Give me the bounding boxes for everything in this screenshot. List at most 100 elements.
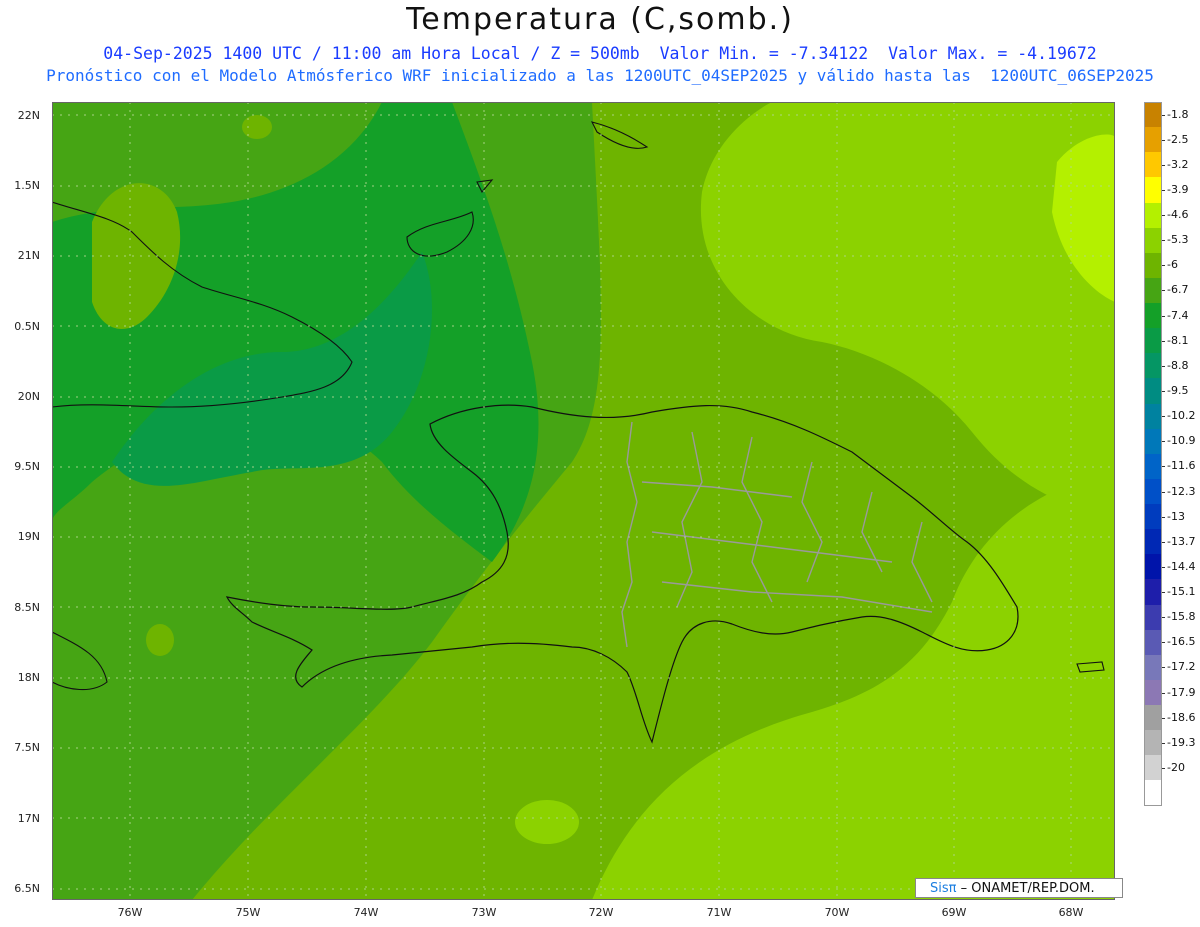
legend-swatch (1144, 403, 1162, 429)
legend-label: -2.5 (1167, 132, 1189, 146)
legend-label: -17.9 (1167, 685, 1196, 699)
legend-swatch (1144, 554, 1162, 580)
legend-label: -16.5 (1167, 635, 1196, 649)
legend-label: -13.7 (1167, 534, 1196, 548)
legend-swatch (1144, 227, 1162, 253)
legend-swatch (1144, 730, 1162, 756)
legend-label: -15.8 (1167, 610, 1196, 624)
legend-tick (1162, 189, 1165, 191)
legend-tick (1162, 617, 1165, 619)
legend-tick (1162, 390, 1165, 392)
legend-tick (1162, 516, 1165, 518)
legend-tick (1162, 642, 1165, 644)
legend-swatch (1144, 629, 1162, 655)
lat-label: 22N (17, 109, 40, 122)
legend-label: -6 (1167, 258, 1178, 272)
contour-blob-north (242, 115, 272, 139)
legend-swatch (1144, 378, 1162, 404)
legend-label: -12.3 (1167, 484, 1196, 498)
legend-label: -10.9 (1167, 434, 1196, 448)
chart-title: Temperatura (C,somb.) (406, 2, 794, 37)
legend-tick (1162, 767, 1165, 769)
lon-label: 68W (1058, 906, 1084, 919)
legend-swatch (1144, 277, 1162, 303)
lat-label: 18N (17, 671, 40, 684)
legend-label: -7.4 (1167, 308, 1189, 322)
legend-swatch (1144, 453, 1162, 479)
credit-badge: Sisπ – ONAMET/REP.DOM. (915, 878, 1123, 898)
legend-swatch (1144, 529, 1162, 555)
legend-label: -14.4 (1167, 559, 1196, 573)
legend-label: -1.8 (1167, 107, 1189, 121)
color-legend-bar (1144, 102, 1162, 806)
legend-label: -8.8 (1167, 358, 1189, 372)
legend-label: -3.9 (1167, 182, 1189, 196)
lon-label: 72W (588, 906, 614, 919)
legend-swatch (1144, 755, 1162, 781)
legend-swatch (1144, 780, 1162, 806)
credit-text: – ONAMET/REP.DOM. (956, 881, 1095, 896)
legend-label: -18.6 (1167, 710, 1196, 724)
lon-label: 70W (824, 906, 850, 919)
forecast-info-line: 04-Sep-2025 1400 UTC / 11:00 am Hora Loc… (103, 44, 1097, 63)
legend-label: -3.2 (1167, 157, 1189, 171)
lat-label: 7.5N (14, 741, 40, 754)
legend-label: -15.1 (1167, 585, 1196, 599)
legend-tick (1162, 340, 1165, 342)
legend-label: -6.7 (1167, 283, 1189, 297)
lat-label: 0.5N (14, 320, 40, 333)
legend-swatch (1144, 654, 1162, 680)
legend-label: -9.5 (1167, 383, 1189, 397)
lon-label: 76W (117, 906, 143, 919)
legend-tick (1162, 717, 1165, 719)
lat-label: 8.5N (14, 601, 40, 614)
legend-swatch (1144, 604, 1162, 630)
lat-label: 6.5N (14, 882, 40, 895)
legend-swatch (1144, 428, 1162, 454)
legend-swatch (1144, 679, 1162, 705)
legend-label: -5.3 (1167, 233, 1189, 247)
legend-tick (1162, 265, 1165, 267)
lon-label: 75W (235, 906, 261, 919)
legend-tick (1162, 164, 1165, 166)
legend-swatch (1144, 478, 1162, 504)
legend-swatch (1144, 127, 1162, 153)
legend-tick (1162, 592, 1165, 594)
sispi-logo-text: Sisπ (930, 881, 957, 896)
contour-blob-west (146, 624, 174, 656)
lon-label: 69W (941, 906, 967, 919)
legend-label: -11.6 (1167, 459, 1196, 473)
model-info-line: Pronóstico con el Modelo Atmósferico WRF… (46, 66, 1154, 85)
lat-label: 17N (17, 812, 40, 825)
legend-swatch (1144, 202, 1162, 228)
legend-label: -4.6 (1167, 208, 1189, 222)
legend-swatch (1144, 252, 1162, 278)
legend-swatch (1144, 504, 1162, 530)
legend-tick (1162, 491, 1165, 493)
legend-label: -10.2 (1167, 409, 1196, 423)
lon-label: 73W (471, 906, 497, 919)
legend-swatch (1144, 102, 1162, 128)
legend-label: -19.3 (1167, 735, 1196, 749)
legend-tick (1162, 566, 1165, 568)
legend-swatch (1144, 152, 1162, 178)
legend-tick (1162, 240, 1165, 242)
legend-swatch (1144, 303, 1162, 329)
legend-label: -17.2 (1167, 660, 1196, 674)
contour-blob (515, 800, 579, 844)
lon-label: 74W (353, 906, 379, 919)
lon-label: 71W (706, 906, 732, 919)
legend-swatch (1144, 177, 1162, 203)
legend-tick (1162, 215, 1165, 217)
legend-tick (1162, 692, 1165, 694)
legend-tick (1162, 139, 1165, 141)
legend-tick (1162, 466, 1165, 468)
legend-tick (1162, 416, 1165, 418)
lat-label: 19N (17, 530, 40, 543)
legend-swatch (1144, 328, 1162, 354)
lat-label: 1.5N (14, 179, 40, 192)
legend-tick (1162, 667, 1165, 669)
legend-tick (1162, 290, 1165, 292)
legend-tick (1162, 365, 1165, 367)
legend-swatch (1144, 705, 1162, 731)
